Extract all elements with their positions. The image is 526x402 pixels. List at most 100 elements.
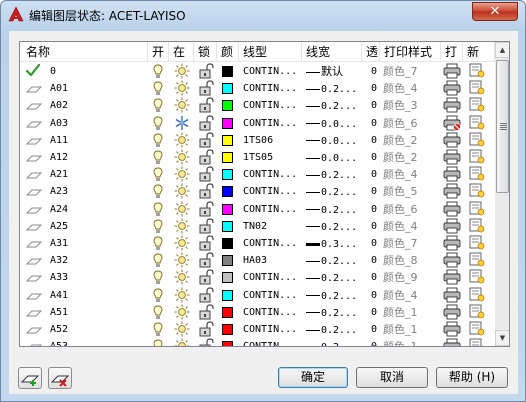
lightbulb-on-icon[interactable] xyxy=(151,304,165,323)
lineweight-cell[interactable]: 0.2... xyxy=(306,304,362,321)
lineweight-cell[interactable]: 0.2... xyxy=(306,183,362,200)
header-lineweight[interactable]: 线宽 xyxy=(302,42,362,62)
lineweight-cell[interactable]: 0.2... xyxy=(306,97,362,114)
sun-thawed-icon[interactable] xyxy=(174,218,190,237)
color-swatch[interactable] xyxy=(222,83,233,95)
lightbulb-on-icon[interactable] xyxy=(151,166,165,185)
unlocked-icon[interactable] xyxy=(198,218,214,237)
delete-layer-button[interactable] xyxy=(48,367,72,389)
sun-thawed-icon[interactable] xyxy=(174,304,190,323)
lineweight-cell[interactable]: 0.3... xyxy=(306,235,362,252)
transparency-value[interactable]: 0 xyxy=(365,252,377,269)
layer-list[interactable]: 名称 开 在 锁 颜 线型 线宽 透 打印样式 打 新 0 CONTIN... 默认… xyxy=(19,41,510,347)
printer-icon[interactable] xyxy=(443,80,461,99)
header-color[interactable]: 颜 xyxy=(217,42,239,62)
layer-row[interactable]: A11 1TS06 0.0... 0 颜色_2 xyxy=(20,132,495,149)
new-viewport-sun-icon[interactable] xyxy=(469,149,485,168)
header-new-vp-freeze[interactable]: 新 xyxy=(463,42,495,62)
printer-icon[interactable] xyxy=(443,97,461,116)
new-viewport-sun-icon[interactable] xyxy=(469,218,485,237)
lineweight-cell[interactable]: 默认 xyxy=(306,63,362,80)
color-swatch[interactable] xyxy=(222,289,233,301)
unlocked-icon[interactable] xyxy=(198,63,214,82)
unlocked-icon[interactable] xyxy=(198,286,214,306)
transparency-value[interactable]: 0 xyxy=(365,63,377,80)
layer-row[interactable]: A51 CONTIN... 0.2... 0 颜色_1 xyxy=(20,304,495,321)
layer-row[interactable]: A24 CONTIN... 0.2... 0 颜色_6 xyxy=(20,200,495,220)
lightbulb-on-icon[interactable] xyxy=(151,321,165,340)
linetype-value[interactable]: CONTIN... xyxy=(243,321,301,338)
printer-no-plot-icon[interactable] xyxy=(443,115,461,134)
unlocked-icon[interactable] xyxy=(198,252,214,271)
printer-icon[interactable] xyxy=(443,321,461,340)
color-swatch[interactable] xyxy=(222,272,233,284)
printer-icon[interactable] xyxy=(443,269,461,288)
sun-thawed-icon[interactable] xyxy=(174,80,190,99)
lightbulb-on-icon[interactable] xyxy=(151,235,165,254)
new-viewport-sun-icon[interactable] xyxy=(469,287,485,306)
linetype-value[interactable]: CONTIN... xyxy=(243,304,301,321)
linetype-value[interactable]: 1TS06 xyxy=(243,132,301,149)
vertical-scrollbar[interactable]: ▲ ▼ xyxy=(495,42,509,346)
printer-icon[interactable] xyxy=(443,338,461,346)
linetype-value[interactable]: CONTIN... xyxy=(243,235,301,252)
sun-thawed-icon[interactable] xyxy=(174,97,190,116)
lightbulb-on-icon[interactable] xyxy=(151,183,165,202)
sun-thawed-icon[interactable] xyxy=(174,269,190,288)
lightbulb-on-icon[interactable] xyxy=(151,149,165,168)
sun-thawed-icon[interactable] xyxy=(174,235,190,254)
sun-thawed-icon[interactable] xyxy=(174,287,190,306)
layer-row[interactable]: 0 CONTIN... 默认 0 颜色_7 xyxy=(20,63,495,80)
linetype-value[interactable]: CONTIN... xyxy=(243,97,301,114)
layer-row[interactable]: A01 CONTIN... 0.2... 0 颜色_4 xyxy=(20,80,495,97)
linetype-value[interactable]: CONTIN... xyxy=(243,166,301,183)
lineweight-cell[interactable]: 0.2... xyxy=(306,269,362,286)
header-linetype[interactable]: 线型 xyxy=(239,42,302,62)
new-viewport-sun-icon[interactable] xyxy=(469,115,485,134)
new-viewport-sun-icon[interactable] xyxy=(469,321,485,340)
lineweight-cell[interactable]: 0.2... xyxy=(306,338,362,346)
layer-row[interactable]: A31 CONTIN... 0.3... 0 颜色_7 xyxy=(20,235,495,252)
layer-row[interactable]: A12 1TS05 0.0... 0 颜色_2 xyxy=(20,149,495,166)
transparency-value[interactable]: 0 xyxy=(365,149,377,166)
linetype-value[interactable]: 1TS05 xyxy=(243,149,301,166)
lineweight-cell[interactable]: 0.2... xyxy=(306,252,362,269)
transparency-value[interactable]: 0 xyxy=(365,235,377,252)
new-viewport-sun-icon[interactable] xyxy=(469,63,485,82)
lineweight-cell[interactable]: 0.2... xyxy=(306,201,362,218)
layer-row[interactable]: A23 CONTIN... 0.2... 0 颜色_5 xyxy=(20,183,495,200)
header-lock[interactable]: 锁 xyxy=(194,42,217,62)
scroll-thumb[interactable] xyxy=(496,60,509,193)
color-swatch[interactable] xyxy=(222,324,233,335)
linetype-value[interactable]: HA03 xyxy=(243,252,301,269)
printer-icon[interactable] xyxy=(443,218,461,237)
scroll-up-button[interactable]: ▲ xyxy=(495,42,509,58)
linetype-value[interactable]: CONTIN... xyxy=(243,201,301,218)
printer-icon[interactable] xyxy=(443,304,461,323)
sun-thawed-icon[interactable] xyxy=(174,321,190,340)
transparency-value[interactable]: 0 xyxy=(365,80,377,97)
unlocked-icon[interactable] xyxy=(198,80,214,99)
transparency-value[interactable]: 0 xyxy=(365,287,377,304)
header-on[interactable]: 开 xyxy=(148,42,169,62)
printer-icon[interactable] xyxy=(443,149,461,168)
lightbulb-on-icon[interactable] xyxy=(151,115,165,134)
new-viewport-sun-icon[interactable] xyxy=(469,338,485,346)
sun-thawed-icon[interactable] xyxy=(174,252,190,271)
new-viewport-sun-icon[interactable] xyxy=(469,97,485,116)
color-swatch[interactable] xyxy=(222,100,233,112)
new-viewport-sun-icon[interactable] xyxy=(469,166,485,185)
printer-icon[interactable] xyxy=(443,132,461,151)
sun-thawed-icon[interactable] xyxy=(174,149,190,168)
close-button[interactable]: ✕ xyxy=(472,2,518,21)
unlocked-icon[interactable] xyxy=(198,304,214,323)
linetype-value[interactable]: CONTIN... xyxy=(243,63,301,80)
lightbulb-on-icon[interactable] xyxy=(151,80,165,99)
color-swatch[interactable] xyxy=(222,134,233,146)
header-plot[interactable]: 打 xyxy=(441,42,463,62)
linetype-value[interactable]: CONTIN... xyxy=(243,338,301,346)
new-viewport-sun-icon[interactable] xyxy=(469,80,485,99)
linetype-value[interactable]: CONTIN... xyxy=(243,183,301,200)
lightbulb-on-icon[interactable] xyxy=(151,201,165,220)
transparency-value[interactable]: 0 xyxy=(365,218,377,235)
